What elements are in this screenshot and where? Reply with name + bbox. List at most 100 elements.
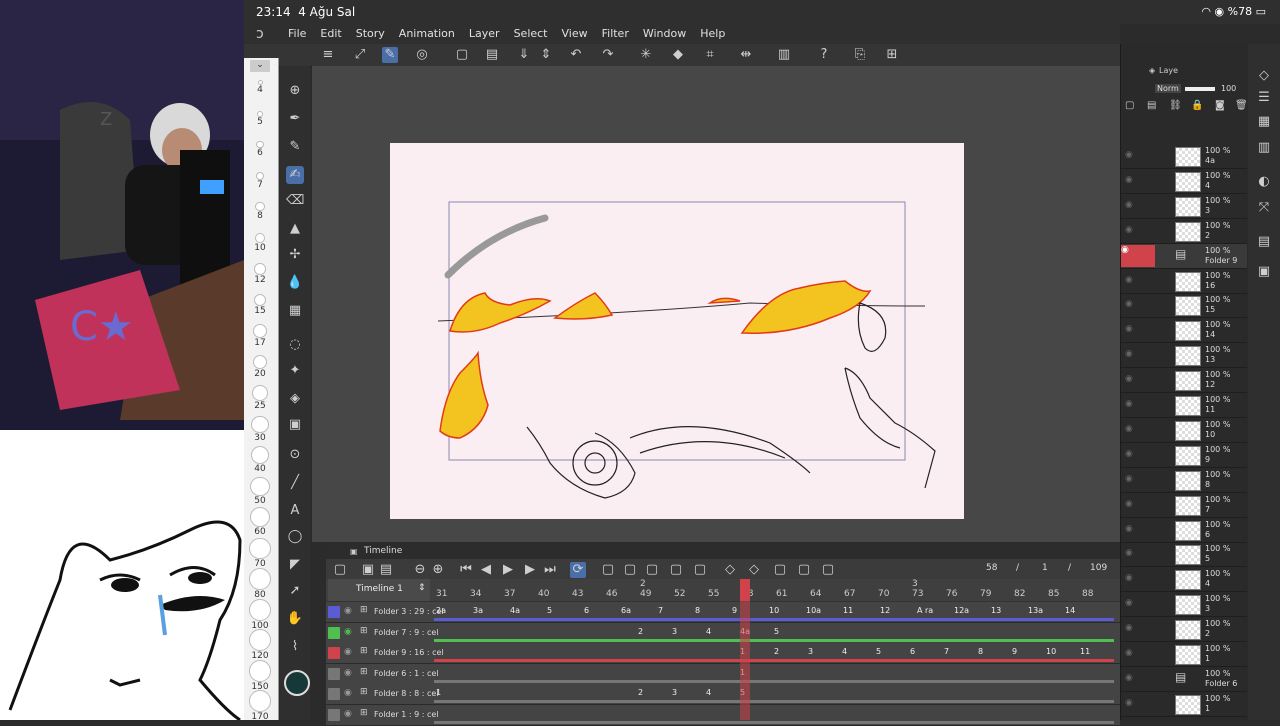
cel-number[interactable]: 7 bbox=[658, 606, 663, 615]
cel-number[interactable]: 7 bbox=[944, 647, 949, 656]
layer-row[interactable]: ◉ 100 % 6 bbox=[1121, 518, 1247, 543]
text-icon[interactable]: A bbox=[286, 502, 304, 520]
visibility-eye-icon[interactable]: ◉ bbox=[1125, 648, 1137, 660]
layer-row[interactable]: ◉ 100 % 11 bbox=[1121, 393, 1247, 418]
row-eye-icon[interactable]: ◉ bbox=[344, 688, 352, 698]
layer-row[interactable]: ◉ 100 % 2 bbox=[1121, 219, 1247, 244]
layer-row[interactable]: ◉ 100 % 14 bbox=[1121, 318, 1247, 344]
brush-size-item[interactable]: 20 bbox=[244, 354, 276, 379]
menu-edit[interactable]: Edit bbox=[320, 27, 341, 40]
menu-filter[interactable]: Filter bbox=[602, 27, 629, 40]
keyframe-icon-1[interactable]: ◇ bbox=[722, 562, 738, 578]
timeline-name-cell[interactable]: Timeline 1 ⇕ bbox=[328, 579, 430, 601]
visibility-eye-icon[interactable]: ◉ bbox=[1125, 474, 1137, 486]
timeline-row[interactable]: ◉ ⊞ Folder 1 : 9 : cel bbox=[326, 704, 1120, 726]
link-icon[interactable]: ⛓ bbox=[1169, 100, 1182, 111]
save-icon[interactable]: ⇓ bbox=[516, 47, 532, 63]
timeline-row[interactable]: ◉⊞Folder 9 : 16 : cel1234567891011 bbox=[326, 643, 1120, 664]
open-folder-icon[interactable]: ▤ bbox=[484, 47, 500, 63]
brush-size-item[interactable]: 150 bbox=[244, 659, 276, 692]
brush-size-item[interactable]: 6 bbox=[244, 141, 276, 158]
edit-mode-icon[interactable]: ✎ bbox=[382, 47, 398, 63]
line-icon[interactable]: ╱ bbox=[286, 474, 304, 492]
blend-mode-select[interactable]: Norm bbox=[1155, 84, 1181, 93]
brush-size-item[interactable]: 50 bbox=[244, 476, 276, 506]
layers-icon[interactable]: ◇ bbox=[1256, 68, 1272, 84]
keyframe-icon-3[interactable]: ▢ bbox=[772, 562, 788, 578]
eraser-icon[interactable]: ⌫ bbox=[286, 192, 304, 210]
visibility-eye-icon[interactable]: ◉ bbox=[1125, 524, 1137, 536]
move-icon[interactable]: ⊕ bbox=[286, 82, 304, 100]
brush-size-dropdown-icon[interactable]: ⌄ bbox=[250, 60, 270, 72]
cel-number[interactable]: 6 bbox=[910, 647, 915, 656]
visibility-eye-icon[interactable]: ◉ bbox=[1125, 324, 1137, 336]
help-icon[interactable]: ? bbox=[816, 47, 832, 63]
drawing-canvas[interactable] bbox=[390, 143, 964, 519]
brush-size-item[interactable]: 120 bbox=[244, 629, 276, 661]
cel-number[interactable]: 5 bbox=[774, 627, 779, 636]
cel-number[interactable]: 12 bbox=[880, 606, 890, 615]
timeline-row[interactable]: ◉ ⊞ Folder 3 : 29 : cel 2a 3a 4a 5 6 6a 7 8 9 10 10a 1… bbox=[326, 602, 1120, 623]
last-frame-icon[interactable]: ⏭ bbox=[542, 562, 558, 578]
cel-number[interactable]: 11 bbox=[1080, 647, 1090, 656]
opacity-slider[interactable] bbox=[1185, 87, 1215, 91]
prev-frame-icon[interactable]: ◀ bbox=[478, 562, 494, 578]
cel-number[interactable]: 14 bbox=[1065, 606, 1075, 615]
layer-row[interactable]: ◉ 100 % 3 bbox=[1121, 592, 1247, 618]
frame-icon[interactable]: ◤ bbox=[286, 556, 304, 574]
new-layer-icon[interactable]: ▢ bbox=[1125, 100, 1134, 111]
visibility-eye-icon[interactable]: ◉ bbox=[1125, 598, 1137, 610]
visibility-eye-icon[interactable]: ◉ bbox=[1125, 200, 1137, 212]
opacity-value[interactable]: 100 bbox=[1221, 84, 1236, 93]
collapse-icon[interactable]: ▣ bbox=[1256, 264, 1272, 280]
layer-row[interactable]: ◉ 100 % 1 bbox=[1121, 692, 1247, 717]
visibility-eye-icon[interactable]: ◉ bbox=[1125, 349, 1137, 361]
airbrush-icon[interactable]: ▲ bbox=[286, 220, 304, 238]
cel-number[interactable]: 8 bbox=[978, 647, 983, 656]
folder-icon[interactable]: ▤ bbox=[1147, 100, 1156, 111]
visibility-eye-icon[interactable]: ◉ bbox=[1125, 150, 1137, 162]
app-logo-icon[interactable]: ↄ bbox=[256, 26, 272, 42]
new-file-icon[interactable]: ▢ bbox=[454, 47, 470, 63]
redo-icon[interactable]: ↷ bbox=[600, 47, 616, 63]
cel-icon-2[interactable]: ▢ bbox=[622, 562, 638, 578]
sub-tool-icon[interactable]: ▤ bbox=[1256, 234, 1272, 250]
folder-expand-icon[interactable]: ⊞ bbox=[360, 667, 368, 677]
cel-number[interactable]: 8 bbox=[695, 606, 700, 615]
timeline-row[interactable]: ◉⊞Folder 8 : 8 : cel12345 bbox=[326, 684, 1120, 705]
visibility-eye-icon[interactable]: ◉ bbox=[1125, 175, 1137, 187]
layer-row[interactable]: ◉ 100 % 7 bbox=[1121, 493, 1247, 518]
play-icon[interactable]: ▶ bbox=[500, 562, 516, 578]
color-wheel-icon[interactable]: ◐ bbox=[1256, 174, 1272, 190]
keyframe-icon-5[interactable]: ▢ bbox=[820, 562, 836, 578]
pencil-icon[interactable]: ✎ bbox=[286, 138, 304, 156]
brush-size-item[interactable]: 170 bbox=[244, 690, 276, 722]
cel-icon-5[interactable]: ▢ bbox=[692, 562, 708, 578]
animation-folder-icon[interactable]: ▤ bbox=[378, 562, 394, 578]
first-frame-icon[interactable]: ⏮ bbox=[458, 562, 474, 578]
trash-icon[interactable]: 🗑 bbox=[1235, 100, 1248, 111]
brush-icon[interactable]: ✍ bbox=[286, 166, 304, 184]
zoom-out-icon[interactable]: ⊖ bbox=[412, 562, 428, 578]
layer-row[interactable]: ◉ 100 % 12 bbox=[1121, 368, 1247, 394]
menu-file[interactable]: File bbox=[288, 27, 306, 40]
menu-story[interactable]: Story bbox=[356, 27, 385, 40]
grid-icon[interactable]: ▦ bbox=[286, 302, 304, 320]
visibility-eye-icon[interactable]: ◉ bbox=[1125, 299, 1137, 311]
menu-help[interactable]: Help bbox=[700, 27, 725, 40]
cel-number[interactable]: 10 bbox=[1046, 647, 1056, 656]
menu-animation[interactable]: Animation bbox=[399, 27, 455, 40]
add-cel-icon[interactable]: ▣ bbox=[360, 562, 376, 578]
loading-icon[interactable]: ✳ bbox=[638, 47, 654, 63]
flip-icon[interactable]: ⇹ bbox=[738, 47, 754, 63]
brush-size-item[interactable]: 8 bbox=[244, 202, 276, 221]
magic-wand-icon[interactable]: ✦ bbox=[286, 362, 304, 380]
brush-size-item[interactable]: 10 bbox=[244, 232, 276, 253]
cel-number[interactable]: 10 bbox=[769, 606, 779, 615]
visibility-eye-icon[interactable]: ◉ bbox=[1125, 499, 1137, 511]
layer-folder-row[interactable]: ◉ ▤ 100 % Folder 6 bbox=[1121, 667, 1247, 692]
visibility-eye-icon[interactable]: ◉ bbox=[1125, 623, 1137, 635]
cel-number[interactable]: 3 bbox=[672, 688, 677, 697]
visibility-eye-icon[interactable]: ◉ bbox=[1125, 449, 1137, 461]
cel-number[interactable]: 4 bbox=[842, 647, 847, 656]
